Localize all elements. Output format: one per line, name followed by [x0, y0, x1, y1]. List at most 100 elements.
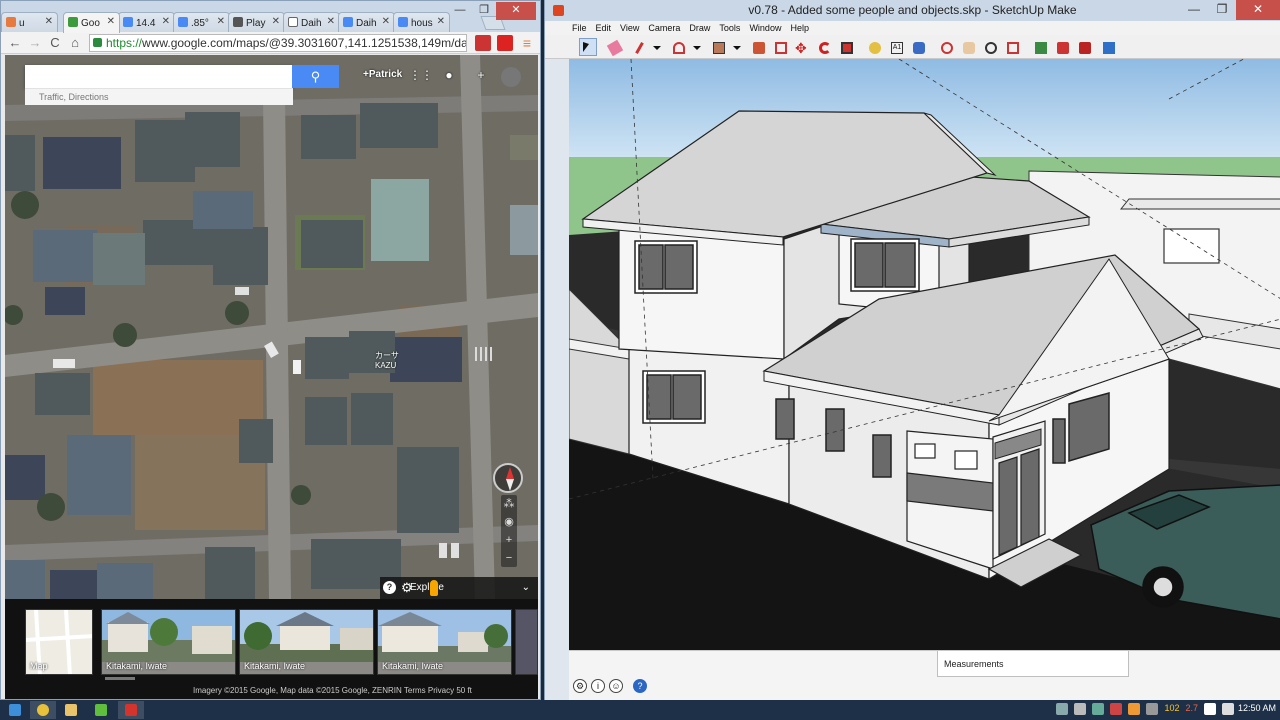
menu-help[interactable]: Help: [790, 21, 809, 35]
strip-scrollbar[interactable]: [105, 677, 135, 680]
geo-location-icon[interactable]: ⚙: [573, 679, 587, 693]
tab-4[interactable]: .85° ✕: [173, 12, 230, 32]
clock[interactable]: 12:50 AM: [1238, 703, 1276, 713]
tray-icon[interactable]: [1146, 703, 1159, 715]
gear-icon[interactable]: ⚙: [401, 581, 414, 594]
menu-file[interactable]: File: [572, 21, 587, 35]
eraser-tool-icon[interactable]: [605, 38, 624, 57]
warehouse-icon[interactable]: [1031, 38, 1049, 56]
tape-measure-icon[interactable]: [865, 38, 883, 56]
tab-6[interactable]: Daih ✕: [283, 12, 340, 32]
help-icon[interactable]: ?: [633, 679, 647, 693]
chrome-taskbar-icon[interactable]: [30, 701, 56, 719]
components-icon[interactable]: [1053, 38, 1071, 56]
pan-tool-icon[interactable]: [959, 38, 977, 56]
extension-warehouse-icon[interactable]: [1075, 38, 1093, 56]
search-input[interactable]: [25, 65, 293, 88]
place-label[interactable]: カーサ KAZU: [375, 350, 399, 370]
share-icon[interactable]: +: [473, 67, 489, 83]
zoom-out-icon[interactable]: −: [501, 549, 517, 567]
close-tab-icon[interactable]: ✕: [217, 16, 225, 27]
paint-bucket-icon[interactable]: [909, 38, 927, 56]
close-tab-icon[interactable]: ✕: [45, 16, 53, 27]
avatar[interactable]: [501, 67, 521, 87]
minimize-button[interactable]: —: [1180, 0, 1208, 20]
tab-5[interactable]: Play ✕: [228, 12, 285, 32]
line-dropdown-icon[interactable]: [649, 38, 667, 56]
text-tool-icon[interactable]: A1: [887, 38, 905, 56]
start-button[interactable]: [2, 701, 28, 719]
traffic-directions-link[interactable]: Traffic, Directions: [25, 88, 293, 105]
apps-grid-icon[interactable]: ⋮⋮: [409, 67, 433, 83]
orbit-tool-icon[interactable]: [937, 38, 955, 56]
close-tab-icon[interactable]: ✕: [107, 16, 115, 27]
file-explorer-icon[interactable]: [58, 701, 84, 719]
pencil-tool-icon[interactable]: [629, 38, 647, 56]
close-tab-icon[interactable]: ✕: [437, 16, 445, 27]
menu-window[interactable]: Window: [749, 21, 781, 35]
reload-icon[interactable]: C: [47, 35, 63, 51]
address-bar[interactable]: https://www.google.com/maps/@39.3031607,…: [89, 34, 467, 52]
menu-tools[interactable]: Tools: [719, 21, 740, 35]
photo-thumbnail[interactable]: Kitakami, Iwate: [377, 609, 512, 675]
back-icon[interactable]: ←: [7, 35, 23, 51]
measurements-box[interactable]: Measurements: [937, 651, 1129, 677]
photo-thumbnail[interactable]: Kitakami, Iwate: [239, 609, 374, 675]
sketchup-app-icon[interactable]: [553, 5, 564, 16]
extension-adblock-icon[interactable]: [497, 35, 513, 51]
user-icon[interactable]: ☺: [609, 679, 623, 693]
app-icon[interactable]: [88, 701, 114, 719]
3d-viewport[interactable]: [569, 59, 1280, 650]
arc-tool-icon[interactable]: [669, 38, 687, 56]
close-button[interactable]: ✕: [1236, 0, 1280, 20]
tab-3[interactable]: 14.4 ✕: [118, 12, 175, 32]
maximize-button[interactable]: ❐: [1208, 0, 1236, 20]
photo-thumbnail[interactable]: Kitakami, Iwate: [101, 609, 236, 675]
volume-icon[interactable]: [1222, 703, 1234, 715]
notifications-icon[interactable]: ●: [441, 67, 457, 83]
compass-icon[interactable]: [493, 463, 523, 493]
tab-1[interactable]: u ✕: [1, 12, 58, 32]
tray-icon[interactable]: [1056, 703, 1069, 715]
tab-7[interactable]: Daih ✕: [338, 12, 395, 32]
arc-dropdown-icon[interactable]: [689, 38, 707, 56]
tab-8[interactable]: hous ✕: [393, 12, 450, 32]
chevron-down-icon[interactable]: ⌄: [522, 577, 530, 599]
chrome-menu-icon[interactable]: ≡: [519, 35, 535, 51]
send-to-layout-icon[interactable]: [1099, 38, 1117, 56]
zoom-tool-icon[interactable]: [981, 38, 999, 56]
close-button[interactable]: ✕: [496, 2, 536, 20]
offset-tool-icon[interactable]: [771, 38, 789, 56]
menu-draw[interactable]: Draw: [689, 21, 710, 35]
minimize-button[interactable]: —: [448, 2, 472, 20]
pegman-icon[interactable]: [430, 580, 438, 596]
user-name-link[interactable]: +Patrick: [363, 69, 402, 80]
close-tab-icon[interactable]: ✕: [272, 16, 280, 27]
photo-thumbnail-partial[interactable]: [515, 609, 538, 675]
zoom-extents-icon[interactable]: [1003, 38, 1021, 56]
satellite-map[interactable]: ⚲ Traffic, Directions +Patrick ⋮⋮ ● + カー…: [5, 55, 538, 599]
push-pull-tool-icon[interactable]: [749, 38, 767, 56]
close-tab-icon[interactable]: ✕: [382, 16, 390, 27]
menu-edit[interactable]: Edit: [596, 21, 612, 35]
shape-tool-icon[interactable]: [709, 38, 727, 56]
extension-icon[interactable]: [475, 35, 491, 51]
credits-icon[interactable]: i: [591, 679, 605, 693]
help-icon[interactable]: ?: [383, 581, 396, 594]
search-button[interactable]: ⚲: [292, 65, 339, 88]
tilt-icon[interactable]: ⁂: [501, 495, 517, 513]
rotate-tool-icon[interactable]: [815, 38, 833, 56]
select-tool-icon[interactable]: [579, 38, 597, 56]
forward-icon[interactable]: →: [27, 35, 43, 51]
tray-icon[interactable]: [1092, 703, 1105, 715]
move-tool-icon[interactable]: ✥: [793, 38, 811, 56]
menu-camera[interactable]: Camera: [648, 21, 680, 35]
shape-dropdown-icon[interactable]: [729, 38, 747, 56]
tray-icon[interactable]: [1128, 703, 1141, 715]
menu-view[interactable]: View: [620, 21, 639, 35]
tray-icon[interactable]: [1074, 703, 1087, 715]
my-location-icon[interactable]: ◉: [501, 513, 517, 531]
tray-icon[interactable]: [1110, 703, 1123, 715]
network-icon[interactable]: [1204, 703, 1216, 715]
close-tab-icon[interactable]: ✕: [162, 16, 170, 27]
